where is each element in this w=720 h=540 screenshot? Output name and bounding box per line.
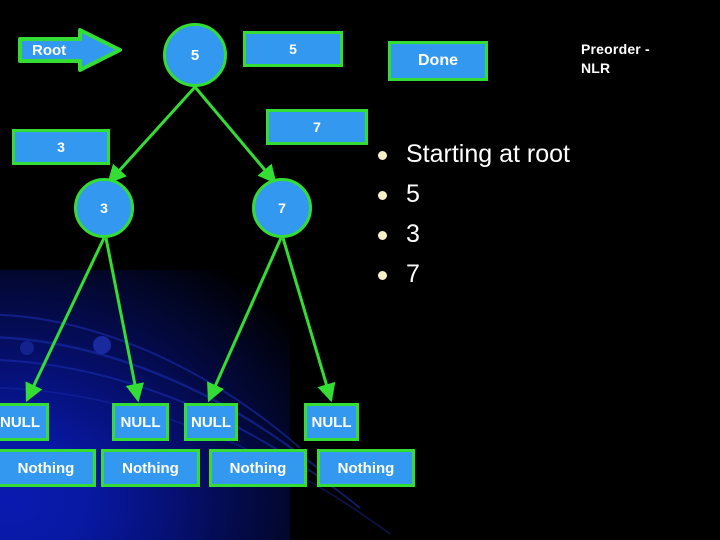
value-box-5-label: 5: [289, 41, 297, 57]
list-item: 3: [372, 214, 702, 254]
nothing-box-3-label: Nothing: [229, 459, 287, 477]
root-pointer-label: Root: [32, 41, 67, 59]
tree-node-3[interactable]: 3: [74, 178, 134, 238]
nothing-box-4-label: Nothing: [337, 459, 395, 477]
nothing-box-4: Nothing: [317, 449, 415, 487]
null-box-3: NULL: [184, 403, 238, 441]
slide-canvas: Root 5 3 7 5 7 3 Done NULL NULL NULL NUL…: [0, 0, 720, 540]
nothing-box-2-label: Nothing: [122, 459, 179, 477]
null-box-2: NULL: [112, 403, 169, 441]
list-item-label: Starting at root: [406, 140, 570, 168]
null-box-4-label: NULL: [311, 413, 352, 431]
bullet-dot-icon: [378, 151, 387, 160]
null-box-4: NULL: [304, 403, 359, 441]
nothing-box-1: Nothing: [0, 449, 96, 487]
list-item-label: 5: [406, 180, 420, 208]
nothing-box-3: Nothing: [209, 449, 307, 487]
null-box-3-label: NULL: [191, 413, 231, 431]
done-button-label: Done: [418, 52, 458, 69]
tree-node-7-label: 7: [278, 200, 286, 216]
nothing-box-1-label: Nothing: [17, 459, 75, 477]
done-button[interactable]: Done: [388, 41, 488, 81]
tree-node-7[interactable]: 7: [252, 178, 312, 238]
root-pointer-arrow: Root: [18, 28, 122, 72]
slide-title: Preorder - NLR: [581, 41, 650, 76]
bullet-dot-icon: [378, 191, 387, 200]
traversal-output-list: Starting at root 5 3 7: [372, 134, 702, 294]
value-box-3-label: 3: [57, 139, 65, 155]
list-item-label: 3: [406, 220, 420, 248]
list-item-label: 7: [406, 260, 420, 288]
tree-node-3-label: 3: [100, 200, 108, 216]
bullet-dot-icon: [378, 231, 387, 240]
tree-node-5-label: 5: [190, 46, 200, 64]
list-item: 7: [372, 254, 702, 294]
edge-7-to-null4: [281, 237, 336, 403]
null-box-1-label: NULL: [0, 413, 40, 431]
edge-7-to-null3: [207, 237, 283, 403]
edge-5-to-3: [107, 85, 197, 184]
edge-5-to-7: [193, 86, 277, 184]
edge-3-to-null1: [25, 237, 106, 403]
null-box-1: NULL: [0, 403, 49, 441]
list-item: 5: [372, 174, 702, 214]
list-item: Starting at root: [372, 134, 702, 174]
value-box-5: 5: [243, 31, 343, 67]
edge-3-to-null2: [104, 237, 144, 403]
null-box-2-label: NULL: [120, 413, 161, 431]
bullet-dot-icon: [378, 271, 387, 280]
nothing-box-2: Nothing: [101, 449, 200, 487]
value-box-7: 7: [266, 109, 368, 145]
tree-node-5[interactable]: 5: [163, 23, 227, 87]
value-box-7-label: 7: [313, 119, 321, 135]
value-box-3: 3: [12, 129, 110, 165]
